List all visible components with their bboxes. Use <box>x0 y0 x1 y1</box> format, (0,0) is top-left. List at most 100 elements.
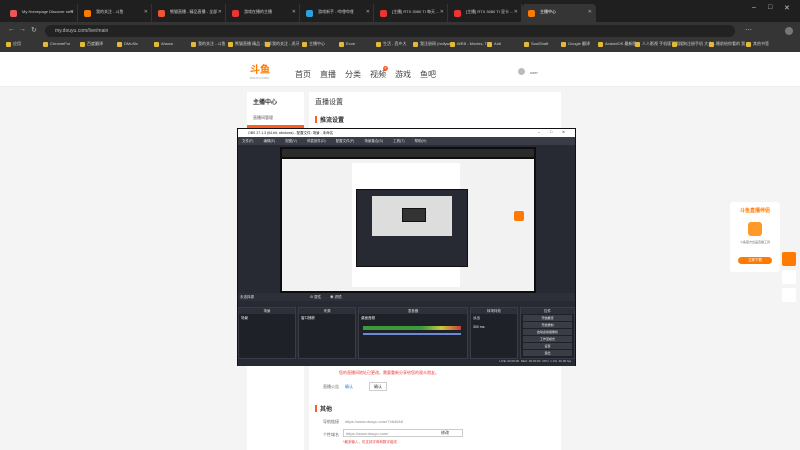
tab-close-icon[interactable]: ✕ <box>292 9 296 15</box>
obs-control-button[interactable]: 工作室模式 <box>523 336 572 342</box>
bookmark-item[interactable]: 百度翻译 <box>80 41 103 47</box>
domain-edit-button[interactable]: 修改 <box>441 430 449 436</box>
browser-tab[interactable]: 游戏在播的主播 ✕ <box>226 4 300 22</box>
window-maximize-icon[interactable]: □ <box>768 4 772 11</box>
bookmark-item[interactable]: 睡前给你看的 我… <box>709 41 749 47</box>
user-avatar[interactable] <box>518 68 525 75</box>
bookmark-item[interactable]: 我的关注 - 斗鱼 <box>191 41 226 47</box>
nav-game[interactable]: 游戏 <box>395 69 411 80</box>
announce-label: 直播公告 <box>323 384 339 389</box>
source-item[interactable]: 窗口捕获 <box>299 314 355 323</box>
bookmark-item[interactable]: 生活 - 西乡大 <box>376 41 407 47</box>
obs-menu-item[interactable]: 文件(F) <box>242 139 253 143</box>
obs-maximize-icon[interactable]: □ <box>550 130 552 134</box>
obs-source-toolbar: 未选择源 ⚙ 属性 ◉ 滤镜 <box>238 293 575 301</box>
bookmark-item[interactable]: Ecoe <box>339 41 355 47</box>
promo-download-button[interactable]: 立即下载 <box>738 257 772 264</box>
obs-control-button[interactable]: 启动虚拟摄像机 <box>523 329 572 335</box>
mixer-dock[interactable]: 混音器 桌面音频 <box>358 307 468 359</box>
controls-dock[interactable]: 控件 开始推流 开始录制 启动虚拟摄像机 工作室模式 设置 退出 <box>520 307 575 359</box>
promo-app-icon <box>748 222 762 236</box>
properties-button[interactable]: ⚙ 属性 <box>310 295 321 300</box>
obs-control-button[interactable]: 退出 <box>523 350 572 356</box>
back-icon[interactable]: ← <box>8 26 15 33</box>
promo-title: 斗鱼直播伴侣 <box>739 208 770 214</box>
tab-close-icon[interactable]: ✕ <box>514 9 518 15</box>
transitions-dock[interactable]: 转场特效 淡出 300 ms <box>470 307 518 359</box>
obs-control-button[interactable]: 设置 <box>523 343 572 349</box>
browser-tab[interactable]: [主播] RTX 3060 TI 显卡 ... ✕ <box>448 4 522 22</box>
bookmark-item[interactable]: SoulShaft <box>524 41 548 47</box>
browser-tab[interactable]: 主播中心 ✕ <box>522 4 596 22</box>
filters-button[interactable]: ◉ 滤镜 <box>330 295 341 300</box>
nested-preview <box>372 196 452 236</box>
obs-menu-item[interactable]: 工具(T) <box>393 139 404 143</box>
scene-item[interactable]: 场景 <box>239 314 295 323</box>
bookmark-item[interactable]: 其他书签 <box>746 41 769 47</box>
bookmark-item[interactable]: ChromeFor <box>43 41 70 47</box>
announce-link[interactable]: 确认 <box>345 384 353 390</box>
nav-home[interactable]: 首页 <box>295 69 311 80</box>
confirm-button[interactable]: 确认 <box>369 382 387 391</box>
obs-menu-item[interactable]: 配置文件(P) <box>336 139 355 143</box>
obs-control-button[interactable]: 开始推流 <box>523 315 572 321</box>
sources-dock[interactable]: 来源 窗口捕获 <box>298 307 356 359</box>
bookmark-item[interactable]: WEB - Movies, T... <box>450 41 490 47</box>
tab-close-icon[interactable]: ✕ <box>144 9 148 15</box>
browser-tab[interactable]: [主播] RTX 3060 TI 每天 ... ✕ <box>374 4 448 22</box>
side-home-icon[interactable] <box>782 270 796 284</box>
bookmark-item[interactable]: DMuSic <box>117 41 138 47</box>
profile-avatar[interactable] <box>785 27 793 35</box>
obs-menu-item[interactable]: 停靠部件(D) <box>307 139 326 143</box>
extensions-icon[interactable]: ⋯ <box>745 26 752 34</box>
side-feedback-icon[interactable] <box>782 288 796 302</box>
tab-close-icon[interactable]: ✕ <box>366 9 370 15</box>
window-minimize-icon[interactable]: – <box>752 4 756 11</box>
sidebar-item-room[interactable]: 直播间管理 <box>253 111 304 125</box>
browser-tab[interactable]: My Homepage Discover new ✕ <box>4 4 78 22</box>
nested-obs-window <box>356 189 468 267</box>
browser-tab[interactable]: 我的关注 - 斗鱼 ✕ <box>78 4 152 22</box>
nav-live[interactable]: 直播 <box>320 69 336 80</box>
obs-promo-widget[interactable]: 斗鱼直播伴侣 斗鱼官方出品直播工具 立即下载 <box>730 202 780 272</box>
bookmark-item[interactable]: 我的关注 - 虎牙 <box>265 41 300 47</box>
tab-close-icon[interactable]: ✕ <box>70 9 74 15</box>
reload-icon[interactable]: ↻ <box>31 26 37 34</box>
nav-category[interactable]: 分类 <box>345 69 361 80</box>
tab-label: 熊猫直播 - 精品直播 - 全部 <box>170 9 218 14</box>
browser-tab[interactable]: 熊猫直播 - 精品直播 - 全部 ✕ <box>152 4 226 22</box>
tab-close-icon[interactable]: ✕ <box>440 9 444 15</box>
obs-menu-item[interactable]: 视图(V) <box>285 139 297 143</box>
bookmark-item[interactable]: Google 翻译 <box>561 41 590 47</box>
nav-fishbar[interactable]: 鱼吧 <box>420 69 436 80</box>
obs-control-button[interactable]: 开始录制 <box>523 322 572 328</box>
tab-close-icon[interactable]: ✕ <box>218 9 222 15</box>
window-close-icon[interactable]: ✕ <box>784 4 790 12</box>
scenes-dock[interactable]: 场景 场景 <box>238 307 296 359</box>
address-bar[interactable]: my.douyu.com/live/main <box>45 25 735 37</box>
bookmark-item[interactable]: 主播中心 <box>302 41 325 47</box>
obs-menu-item[interactable]: 编辑(E) <box>263 139 275 143</box>
site-logo[interactable]: 斗鱼 DOUYU.COM <box>250 61 278 80</box>
obs-close-icon[interactable]: ✕ <box>562 130 565 134</box>
bookmark-item[interactable]: Ahsow <box>154 41 173 47</box>
side-play-icon[interactable] <box>782 252 796 266</box>
tab-label: 主播中心 <box>540 9 556 14</box>
obs-menu-item[interactable]: 场景集合(S) <box>364 139 383 143</box>
video-badge: 2 <box>383 66 388 71</box>
browser-tab[interactable]: 游戏新手 - 哔哩哔哩 ✕ <box>300 4 374 22</box>
mixer-track-label: 桌面音频 <box>361 316 375 320</box>
obs-minimize-icon[interactable]: – <box>538 130 540 134</box>
transition-type[interactable]: 淡出 <box>471 314 517 323</box>
bookmark-item[interactable]: 应用 <box>6 41 21 47</box>
obs-window[interactable]: OBS 27.1.3 (64-bit, windows) - 配置文件: 场景 … <box>237 128 576 366</box>
obs-preview[interactable] <box>280 147 536 293</box>
username[interactable]: user <box>530 70 538 75</box>
forward-icon[interactable]: → <box>19 26 26 33</box>
tab-close-icon[interactable]: ✕ <box>588 9 592 15</box>
bookmark-item[interactable]: AIdi <box>487 41 501 47</box>
bookmark-item[interactable]: AndoidOS 最新版… <box>598 41 640 47</box>
transition-duration[interactable]: 300 ms <box>471 323 517 331</box>
volume-slider[interactable] <box>363 333 461 335</box>
obs-menu-item[interactable]: 帮助(H) <box>415 139 427 143</box>
